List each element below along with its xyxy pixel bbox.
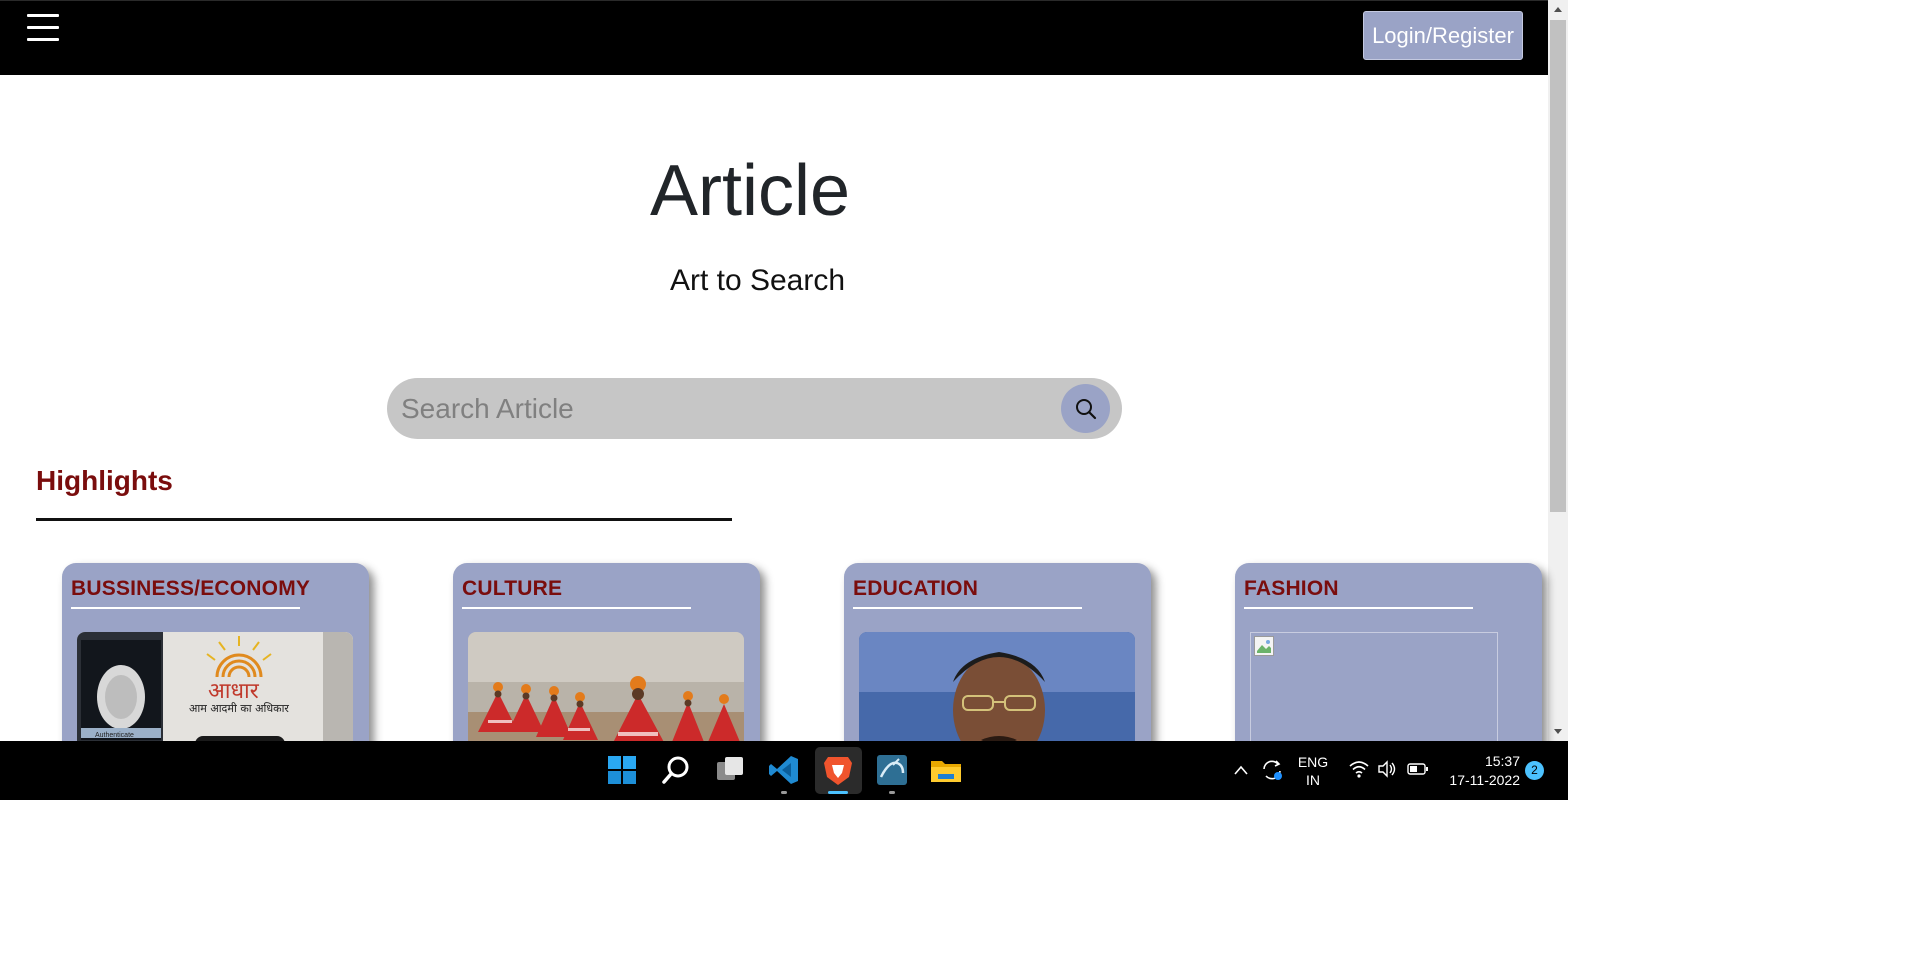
language-indicator[interactable]: ENG IN [1293,753,1333,789]
task-view-icon[interactable] [713,753,747,787]
scrollbar-thumb[interactable] [1550,20,1566,512]
wifi-icon[interactable] [1349,760,1369,783]
scroll-down-arrow-icon[interactable] [1548,721,1568,741]
top-navbar: Login/Register [0,0,1548,75]
card-divider [853,607,1082,609]
highlight-card-business[interactable]: BUSSINESS/ECONOMY Authenticate आधार आम आ [62,563,369,763]
brave-browser-icon[interactable] [821,753,855,787]
vscode-icon[interactable] [767,753,801,787]
search-icon[interactable] [659,753,693,787]
mysql-running-indicator [889,791,895,794]
os-taskbar: ENG IN 15:37 17-11-2022 2 [0,741,1568,800]
language-code: ENG [1297,754,1329,770]
notification-badge[interactable]: 2 [1525,761,1544,780]
windows-start-icon[interactable] [605,753,639,787]
card-divider [462,607,691,609]
battery-icon[interactable] [1407,762,1429,781]
card-category-label: FASHION [1244,577,1339,600]
card-category-label: CULTURE [462,577,563,600]
region-code: IN [1306,772,1320,788]
clock-date: 17-11-2022 [1449,772,1520,788]
mysql-workbench-icon[interactable] [875,753,909,787]
vscode-running-indicator [781,791,787,794]
login-register-button[interactable]: Login/Register [1363,11,1523,60]
broken-image-icon [1254,636,1274,656]
search-input[interactable] [399,388,1053,430]
svg-text:Authenticate: Authenticate [95,732,134,739]
page-title: Article [649,151,851,231]
card-category-label: BUSSINESS/ECONOMY [71,577,311,600]
search-bar [387,378,1122,439]
volume-icon[interactable] [1377,760,1397,783]
sync-icon[interactable] [1259,757,1285,788]
highlight-card-education[interactable]: EDUCATION [844,563,1151,763]
file-explorer-icon[interactable] [929,753,963,787]
highlights-heading: Highlights [36,465,173,496]
show-hidden-icons-chevron-icon[interactable] [1233,763,1249,781]
brave-active-indicator [828,791,848,794]
svg-text:आम आदमी का अधिकार: आम आदमी का अधिकार [189,702,289,715]
card-divider [1244,607,1473,609]
svg-text:आधार: आधार [208,679,260,704]
card-divider [71,607,300,609]
scroll-up-arrow-icon[interactable] [1548,0,1568,20]
search-button[interactable] [1061,384,1110,433]
highlights-divider [36,518,732,521]
highlight-card-fashion[interactable]: FASHION [1235,563,1542,763]
highlight-card-culture[interactable]: CULTURE [453,563,760,763]
search-icon [1076,399,1097,420]
hamburger-menu-icon[interactable] [27,14,59,46]
clock[interactable]: 15:37 17-11-2022 [1440,752,1520,790]
page-subtitle: Art to Search [669,264,846,297]
card-category-label: EDUCATION [853,577,979,600]
page-scrollbar[interactable] [1548,0,1568,741]
clock-time: 15:37 [1484,753,1520,769]
